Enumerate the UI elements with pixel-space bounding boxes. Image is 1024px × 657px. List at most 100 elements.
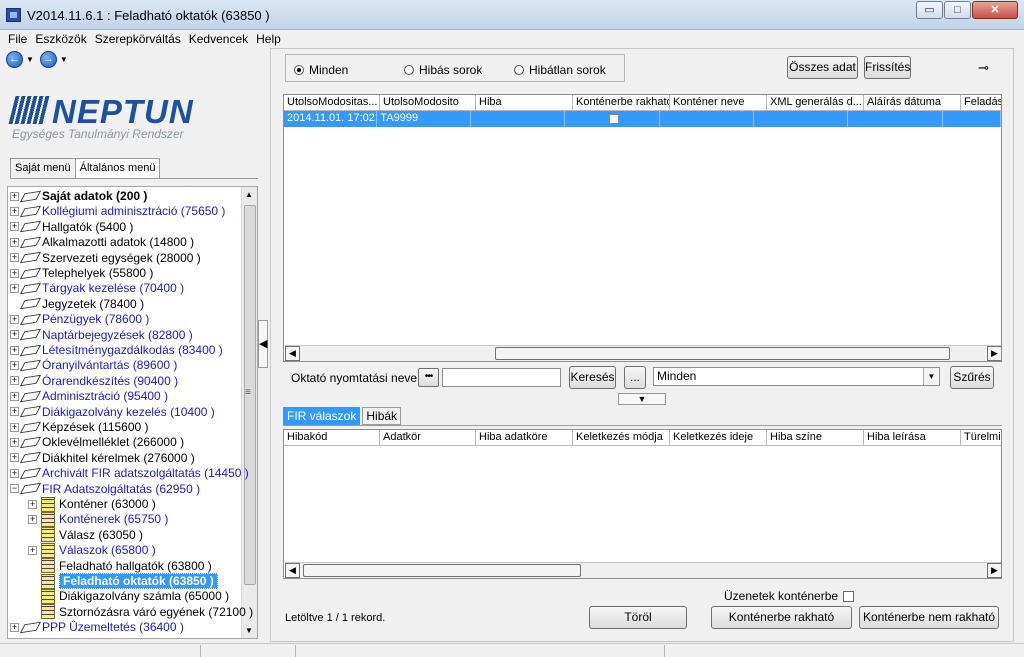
tab-errors[interactable]: Hibák — [362, 407, 402, 425]
tree-item[interactable]: Feladható hallgatók (63800 ) — [28, 558, 212, 574]
column-header[interactable]: Keletkezés ideje — [670, 430, 767, 446]
expand-icon[interactable]: + — [28, 499, 37, 509]
tab-own-menu[interactable]: Saját menü — [10, 158, 76, 178]
menu-file[interactable]: File — [4, 30, 31, 48]
expand-icon[interactable]: + — [10, 206, 19, 216]
column-header[interactable]: Aláírás dátuma — [864, 95, 961, 111]
tree-item[interactable]: Jegyzetek (78400 ) — [10, 296, 144, 312]
tree-item[interactable]: + Pénzügyek (78600 ) — [10, 311, 149, 327]
expand-icon[interactable]: + — [10, 237, 19, 247]
tree-item[interactable]: + Telephelyek (55800 ) — [10, 265, 153, 281]
forward-dropdown-icon[interactable]: ▼ — [60, 55, 68, 64]
expand-icon[interactable]: + — [10, 422, 19, 432]
column-header[interactable]: Hiba leírása — [864, 430, 961, 446]
scroll-right-icon[interactable]: ▶ — [987, 563, 1001, 578]
tree-item[interactable]: + Konténer (63000 ) — [28, 496, 156, 512]
back-dropdown-icon[interactable]: ▼ — [26, 55, 34, 64]
expand-icon[interactable]: + — [10, 468, 19, 478]
records-hscrollbar[interactable]: ◀ ▶ — [285, 345, 1001, 361]
radio-all-dot[interactable] — [294, 65, 304, 75]
tree-item[interactable]: Sztornózásra váró egyének (72100 ) — [28, 604, 253, 620]
tree-item[interactable]: + Naptárbejegyzések (82800 ) — [10, 327, 193, 343]
container-ok-button[interactable]: Konténerbe rakható — [711, 606, 852, 629]
expand-icon[interactable]: + — [28, 545, 37, 555]
column-header[interactable]: Konténerbe rakható — [573, 95, 670, 111]
tree-item[interactable]: + PPP Üzemeltetés (36400 ) — [10, 619, 184, 635]
scroll-left-icon[interactable]: ◀ — [285, 563, 300, 578]
table-cell[interactable]: 2014.11.01. 17:02:4 — [284, 111, 378, 127]
table-cell[interactable] — [565, 111, 660, 127]
back-arrow-icon[interactable]: ← — [6, 51, 23, 68]
column-header[interactable]: UtolsoModosito — [380, 95, 476, 111]
pin-icon[interactable]: ⊸ — [978, 60, 989, 76]
tree-item[interactable]: Válasz (63050 ) — [28, 527, 143, 543]
column-header[interactable]: Hiba adatköre — [476, 430, 573, 446]
scroll-right-icon[interactable]: ▶ — [987, 346, 1001, 361]
expand-icon[interactable]: + — [10, 330, 19, 340]
table-cell[interactable] — [943, 111, 1001, 127]
scroll-up-icon[interactable]: ▲ — [245, 190, 253, 199]
tree-item[interactable]: + Válaszok (65800 ) — [28, 542, 156, 558]
tree-item[interactable]: + Oklevélmelléklet (266000 ) — [10, 434, 184, 450]
menu-help[interactable]: Help — [252, 30, 285, 48]
tree-item[interactable]: + Kollégiumi adminisztráció (75650 ) — [10, 203, 225, 219]
tree-item[interactable]: + Alkalmazotti adatok (14800 ) — [10, 234, 194, 250]
container-checkbox[interactable] — [609, 114, 620, 124]
tab-general-menu[interactable]: Általános menü — [74, 158, 161, 179]
maximize-button[interactable]: □ — [944, 1, 971, 19]
tree-item[interactable]: + Konténerek (65750 ) — [28, 511, 168, 527]
more-options-button[interactable]: ••• — [418, 368, 439, 387]
scroll-down-icon[interactable]: ▼ — [245, 626, 253, 635]
table-cell[interactable] — [471, 111, 566, 127]
expand-icon[interactable]: + — [10, 191, 19, 201]
expand-icon[interactable]: + — [10, 268, 19, 278]
filter-combo[interactable]: Minden ▼ — [653, 367, 940, 386]
radio-clean-rows-dot[interactable] — [514, 65, 524, 75]
expand-icon[interactable]: + — [10, 407, 19, 417]
tree-item[interactable]: + Óranyilvántartás (89600 ) — [10, 357, 177, 373]
expand-icon[interactable]: + — [10, 437, 19, 447]
tree-item[interactable]: + Képzések (115600 ) — [10, 419, 149, 435]
radio-error-rows[interactable]: Hibás sorok — [404, 63, 482, 77]
tree-item[interactable]: + Tárgyak kezelése (70400 ) — [10, 280, 184, 296]
table-cell[interactable] — [848, 111, 943, 127]
minimize-button[interactable]: ▭ — [916, 1, 943, 19]
delete-button[interactable]: Töröl — [589, 606, 687, 629]
tree-item[interactable]: + Diákigazolvány kezelés (10400 ) — [10, 404, 215, 420]
instructor-name-input[interactable] — [442, 368, 561, 387]
chevron-down-icon[interactable]: ▼ — [923, 368, 939, 385]
panel-splitter[interactable]: ◀ — [258, 320, 268, 368]
table-row[interactable]: 2014.11.01. 17:02:4 TA9999 — [284, 111, 1001, 127]
search-button[interactable]: Keresés — [569, 366, 616, 389]
messages-to-container-check[interactable]: Üzenetek konténerbe — [724, 589, 855, 603]
column-header[interactable]: Keletkezés módja — [573, 430, 670, 446]
column-header[interactable]: Adatkör — [380, 430, 476, 446]
column-header[interactable]: Hiba — [476, 95, 573, 111]
expand-icon[interactable]: + — [10, 283, 19, 293]
menu-role-switch[interactable]: Szerepkörváltás — [91, 30, 185, 48]
expand-icon[interactable]: + — [10, 253, 19, 263]
tree-item[interactable]: + Adminisztráció (95400 ) — [10, 388, 168, 404]
container-no-button[interactable]: Konténerbe nem rakható — [859, 606, 999, 629]
collapse-icon[interactable]: − — [10, 484, 19, 494]
tree-item[interactable]: + Létesítménygazdálkodás (83400 ) — [10, 342, 223, 358]
expand-icon[interactable]: + — [10, 622, 19, 632]
collapse-panel-button[interactable]: ▼ — [618, 393, 666, 405]
tree-item[interactable]: + Hallgatók (5400 ) — [10, 219, 133, 235]
all-data-button[interactable]: Összes adat — [787, 56, 858, 79]
tree-item[interactable]: + Diákhitel kérelmek (276000 ) — [10, 450, 195, 466]
forward-arrow-icon[interactable]: → — [39, 51, 57, 68]
column-header[interactable]: XML generálás d... — [767, 95, 864, 111]
table-cell[interactable] — [660, 111, 754, 127]
column-header[interactable]: Hibakód — [284, 430, 380, 446]
scroll-left-icon[interactable]: ◀ — [285, 346, 300, 361]
ellipsis-button[interactable]: ... — [624, 366, 646, 389]
column-header[interactable]: Feladás — [961, 95, 1001, 111]
tree-item[interactable]: + Órarendkészítés (90400 ) — [10, 373, 178, 389]
expand-icon[interactable]: + — [10, 391, 19, 401]
tree-item[interactable]: + Szervezeti egységek (28000 ) — [10, 250, 201, 266]
menu-tools[interactable]: Eszközök — [31, 30, 90, 48]
tree-item[interactable]: + Saját adatok (200 ) — [10, 188, 147, 204]
messages-to-container-checkbox[interactable] — [843, 590, 855, 602]
column-header[interactable]: Konténer neve — [670, 95, 767, 111]
